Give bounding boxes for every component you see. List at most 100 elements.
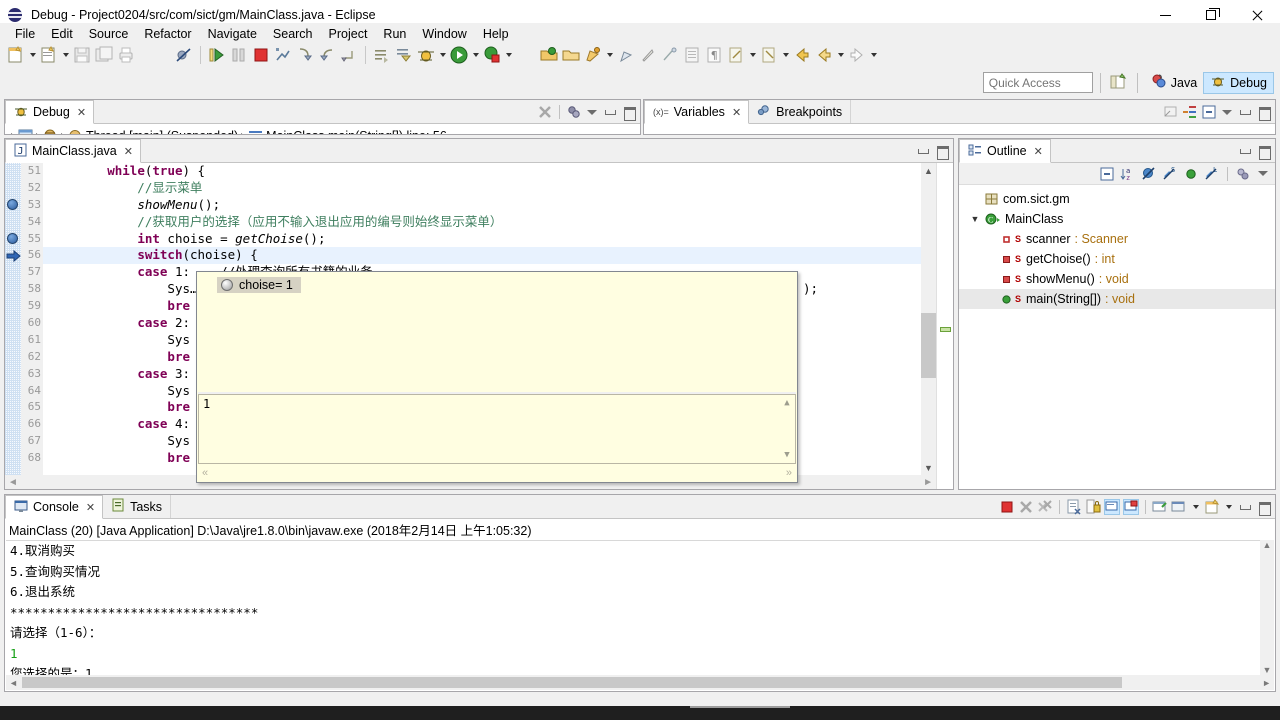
back-dropdown-icon[interactable]: [835, 44, 846, 66]
menu-edit[interactable]: Edit: [43, 25, 81, 43]
menu-file[interactable]: File: [7, 25, 43, 43]
editor-scroll-thumb[interactable]: [921, 313, 936, 378]
hide-local-types-icon[interactable]: L: [1204, 166, 1220, 182]
tab-tasks[interactable]: Tasks: [103, 495, 172, 518]
menu-help[interactable]: Help: [475, 25, 517, 43]
scroll-down-icon[interactable]: ▼: [1263, 665, 1272, 675]
scroll-down-icon[interactable]: ▼: [921, 460, 936, 475]
back-history-icon[interactable]: [791, 44, 813, 66]
popup-detail-vscrollbar[interactable]: ▲ ▼: [780, 396, 794, 462]
close-icon[interactable]: ✕: [124, 145, 133, 158]
popup-horizontal-scrollbar[interactable]: « »: [198, 464, 796, 481]
clear-console-icon[interactable]: [1066, 499, 1082, 515]
maximize-view-icon[interactable]: [1256, 143, 1272, 160]
forward-dropdown-icon[interactable]: [868, 44, 879, 66]
menu-source[interactable]: Source: [81, 25, 137, 43]
close-icon[interactable]: ✕: [1034, 145, 1043, 158]
link-with-editor-icon[interactable]: [1235, 166, 1251, 182]
open-type-icon[interactable]: [538, 44, 560, 66]
forward-history-icon[interactable]: [813, 44, 835, 66]
menu-window[interactable]: Window: [414, 25, 474, 43]
scroll-lock-icon[interactable]: [1085, 499, 1101, 515]
external-tools-dropdown-icon[interactable]: [503, 44, 514, 66]
public-visibility-icon[interactable]: [1183, 166, 1199, 182]
external-tools-icon[interactable]: [481, 44, 503, 66]
new-console-dropdown-icon[interactable]: [1223, 496, 1234, 518]
new-wizard-icon[interactable]: [5, 44, 27, 66]
open-perspective-icon[interactable]: [1108, 72, 1130, 94]
open-resource-icon[interactable]: [560, 44, 582, 66]
debug-hover-popup[interactable]: choise= 1 1 ▲ ▼ « »: [196, 271, 798, 483]
popup-variable-row[interactable]: choise= 1: [217, 277, 301, 293]
perspective-debug[interactable]: Debug: [1203, 71, 1274, 94]
terminate-console-icon[interactable]: [999, 499, 1015, 515]
collapse-all-icon[interactable]: [1099, 166, 1115, 182]
menu-search[interactable]: Search: [265, 25, 321, 43]
new-java-class-dropdown-icon[interactable]: [60, 44, 71, 66]
console-horizontal-scrollbar[interactable]: ◄ ►: [6, 675, 1274, 690]
code-line[interactable]: //获取用户的选择（应用不输入退出应用的编号则始终显示菜单）: [43, 214, 953, 231]
console-output[interactable]: 4.取消购买 5.查询购买情况 6.退出系统 ********************…: [6, 540, 1261, 675]
console-vertical-scrollbar[interactable]: ▲ ▼: [1260, 540, 1274, 675]
skip-all-breakpoints-icon[interactable]: [173, 44, 195, 66]
minimize-view-icon[interactable]: [602, 104, 618, 120]
maximize-editor-icon[interactable]: [934, 143, 950, 160]
minimize-editor-icon[interactable]: [915, 143, 931, 159]
scroll-right-icon[interactable]: »: [786, 467, 792, 479]
view-menu-icon[interactable]: [585, 104, 599, 120]
run-dropdown-icon[interactable]: [470, 44, 481, 66]
scroll-down-icon[interactable]: ▼: [784, 450, 789, 460]
outline-row[interactable]: SshowMenu() : void: [959, 269, 1275, 289]
hide-fields-icon[interactable]: [1141, 166, 1157, 182]
breakpoint-marker-line-53[interactable]: [6, 198, 20, 212]
outline-row[interactable]: SgetChoise() : int: [959, 249, 1275, 269]
tab-breakpoints[interactable]: Breakpoints: [749, 100, 852, 123]
tab-outline[interactable]: Outline ✕: [959, 139, 1051, 163]
outline-row[interactable]: Smain(String[]) : void: [959, 289, 1275, 309]
run-icon[interactable]: [448, 44, 470, 66]
scroll-right-icon[interactable]: ►: [1262, 678, 1271, 688]
perspective-java[interactable]: Java: [1145, 72, 1203, 94]
debug-dropdown-icon[interactable]: [437, 44, 448, 66]
console-select-dropdown-icon[interactable]: [1190, 496, 1201, 518]
editor-overview-ruler[interactable]: [936, 163, 953, 489]
search-dropdown-icon[interactable]: [604, 44, 615, 66]
scroll-up-icon[interactable]: ▲: [921, 163, 936, 178]
editor-vertical-scrollbar[interactable]: ▲ ▼: [921, 163, 936, 475]
close-icon[interactable]: ✕: [77, 106, 86, 119]
tab-debug[interactable]: Debug ✕: [5, 100, 95, 124]
pin-console-icon[interactable]: [1104, 499, 1120, 515]
console-select-icon[interactable]: [1171, 499, 1187, 515]
minimize-view-icon[interactable]: [1237, 499, 1253, 515]
popup-detail-pane[interactable]: 1 ▲ ▼: [198, 394, 796, 464]
scroll-up-icon[interactable]: ▲: [1263, 540, 1272, 550]
new-java-class-icon[interactable]: [38, 44, 60, 66]
maximize-view-icon[interactable]: [621, 104, 637, 121]
hide-static-icon[interactable]: S: [1162, 166, 1178, 182]
outline-tree[interactable]: com.sict.gm ▼ C MainClass Sscanner : Scanner…: [959, 185, 1275, 488]
code-line[interactable]: //显示菜单: [43, 180, 953, 197]
editor-gutter[interactable]: 51 52 53 54 55 56 57 58 59 60 61 62 63 64 65 66 67 68: [5, 163, 43, 489]
scroll-right-icon[interactable]: ►: [923, 477, 933, 488]
new-wizard-dropdown-icon[interactable]: [27, 44, 38, 66]
display-selected-console-icon[interactable]: [1123, 499, 1139, 515]
popup-variable-list[interactable]: choise= 1: [197, 272, 797, 390]
code-line[interactable]: while(true) {: [43, 163, 953, 180]
console-hscroll-thumb[interactable]: [22, 677, 1122, 688]
menu-project[interactable]: Project: [321, 25, 376, 43]
sort-icon[interactable]: az: [1120, 166, 1136, 182]
breakpoint-marker-line-55[interactable]: [6, 232, 20, 246]
new-console-view-icon[interactable]: [1204, 499, 1220, 515]
tab-console[interactable]: Console ✕: [5, 495, 104, 519]
maximize-view-icon[interactable]: [1256, 499, 1272, 516]
debug-icon[interactable]: [415, 44, 437, 66]
overview-marker[interactable]: [940, 327, 951, 332]
close-icon[interactable]: ✕: [732, 106, 741, 119]
menu-refactor[interactable]: Refactor: [136, 25, 199, 43]
code-line[interactable]: showMenu();: [43, 197, 953, 214]
minimize-view-icon[interactable]: [1237, 143, 1253, 159]
collapse-all-icon[interactable]: [1201, 104, 1217, 120]
terminate-icon[interactable]: [250, 44, 272, 66]
open-console-icon[interactable]: [1152, 499, 1168, 515]
chevron-down-icon[interactable]: ▼: [969, 214, 981, 224]
